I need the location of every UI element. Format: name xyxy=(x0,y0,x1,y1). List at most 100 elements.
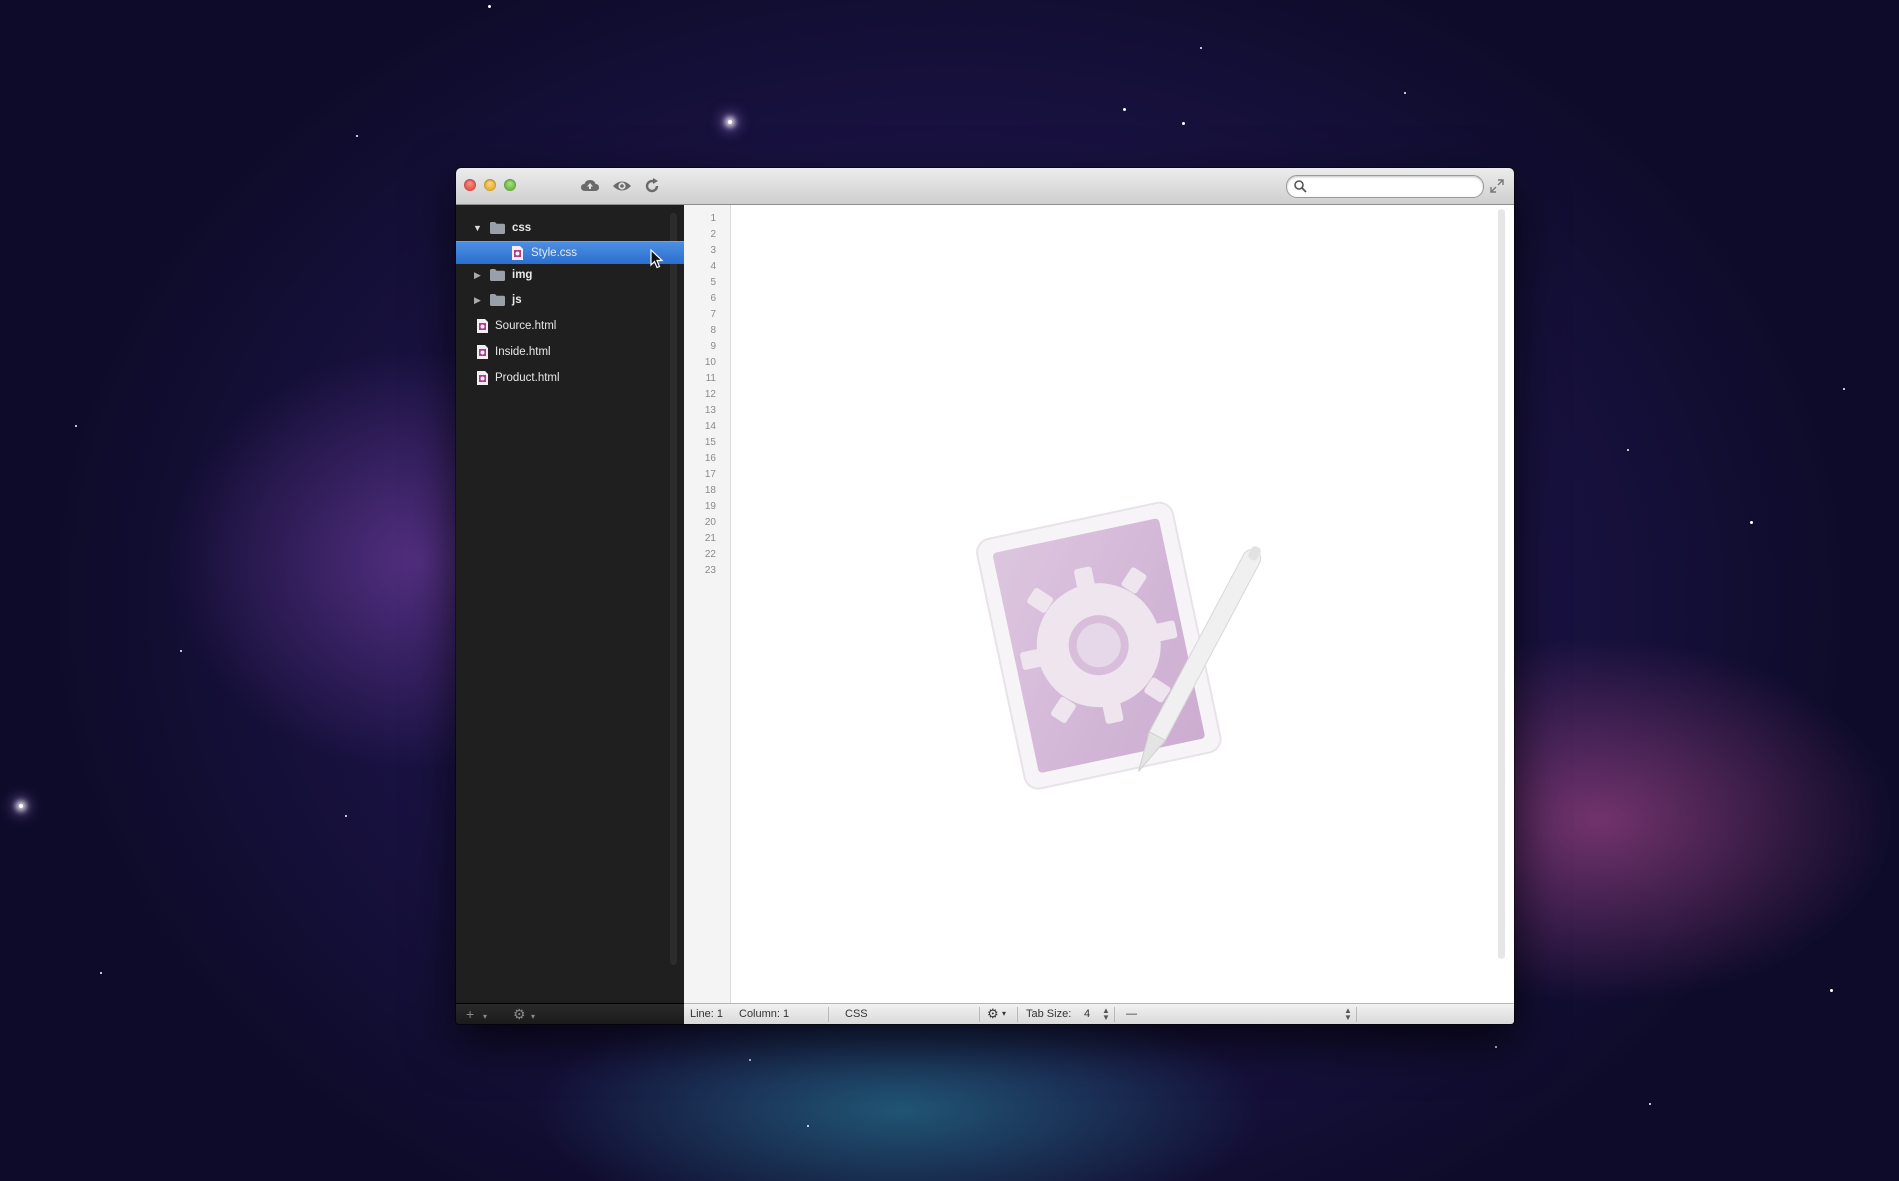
line-number: 18 xyxy=(704,485,716,496)
line-number: 19 xyxy=(704,501,716,512)
star xyxy=(1830,989,1833,992)
line-number: 13 xyxy=(704,405,716,416)
cloud-upload-icon[interactable] xyxy=(580,176,600,196)
editor-window: ▼ css Style.css ▶ img ▶ js Source.html I… xyxy=(456,168,1514,1024)
line-number: 10 xyxy=(704,357,716,368)
gear-icon[interactable]: ⚙ xyxy=(513,1006,526,1022)
tab-size-value[interactable]: 4 xyxy=(1084,1008,1090,1020)
title-bar[interactable] xyxy=(456,168,1514,205)
line-number: 9 xyxy=(710,341,716,352)
line-number: 5 xyxy=(710,277,716,288)
chevron-down-icon[interactable]: ▾ xyxy=(531,1009,535,1024)
tree-file-inside-html[interactable]: Inside.html xyxy=(456,341,684,363)
eye-icon[interactable] xyxy=(612,176,632,196)
column-indicator: Column: 1 xyxy=(739,1008,790,1020)
line-number: 1 xyxy=(710,213,716,224)
tree-folder-js[interactable]: ▶ js xyxy=(456,289,684,311)
star xyxy=(1123,108,1126,111)
tree-item-label: Source.html xyxy=(495,320,557,332)
star xyxy=(19,804,23,808)
app-watermark-icon xyxy=(976,501,1262,790)
star xyxy=(100,972,102,974)
tree-folder-css[interactable]: ▼ css xyxy=(456,217,684,239)
encoding-selector[interactable]: — xyxy=(1126,1008,1137,1020)
html-file-icon xyxy=(477,345,488,359)
disclosure-collapsed-icon[interactable]: ▶ xyxy=(474,264,481,286)
line-number: 4 xyxy=(710,261,716,272)
minimize-window-button[interactable] xyxy=(484,179,496,191)
folder-icon xyxy=(490,269,505,281)
tree-item-label: Inside.html xyxy=(495,346,551,358)
star xyxy=(1627,449,1629,451)
line-number: 7 xyxy=(710,309,716,320)
line-number: 6 xyxy=(710,293,716,304)
star xyxy=(1649,1103,1651,1105)
divider xyxy=(1114,1007,1115,1022)
line-number-gutter: 1 2 3 4 5 6 7 8 9 10 11 12 13 14 15 16 1… xyxy=(684,205,731,1003)
line-number: 21 xyxy=(704,533,716,544)
line-number: 23 xyxy=(704,565,716,576)
close-window-button[interactable] xyxy=(464,179,476,191)
star xyxy=(356,135,358,137)
search-field[interactable] xyxy=(1286,175,1484,198)
disclosure-expanded-icon[interactable]: ▼ xyxy=(473,217,482,239)
folder-icon xyxy=(490,222,505,234)
line-number: 15 xyxy=(704,437,716,448)
line-number: 16 xyxy=(704,453,716,464)
status-bar: Line: 1 Column: 1 CSS ⚙ ▾ Tab Size: 4 ▲ ▼… xyxy=(684,1003,1514,1024)
disclosure-collapsed-icon[interactable]: ▶ xyxy=(474,289,481,311)
code-editor[interactable]: 1 2 3 4 5 6 7 8 9 10 11 12 13 14 15 16 1… xyxy=(684,205,1514,1003)
add-file-button[interactable]: + xyxy=(466,1006,474,1022)
file-sidebar: ▼ css Style.css ▶ img ▶ js Source.html I… xyxy=(456,205,684,1003)
line-number: 14 xyxy=(704,421,716,432)
gear-icon[interactable]: ⚙ xyxy=(987,1006,999,1022)
divider xyxy=(979,1007,980,1022)
star xyxy=(749,1059,751,1061)
star xyxy=(1200,47,1202,49)
search-icon xyxy=(1294,180,1307,193)
star xyxy=(1495,1046,1497,1048)
line-number: 8 xyxy=(710,325,716,336)
zoom-window-button[interactable] xyxy=(504,179,516,191)
refresh-icon[interactable] xyxy=(642,176,662,196)
line-number: 2 xyxy=(710,229,716,240)
search-input[interactable] xyxy=(1311,178,1475,196)
line-indicator: Line: 1 xyxy=(690,1008,724,1020)
editor-scrollbar[interactable] xyxy=(1498,209,1505,959)
divider xyxy=(1356,1007,1357,1022)
sidebar-footer: + ▾ ⚙ ▾ xyxy=(456,1003,684,1024)
tree-file-source-html[interactable]: Source.html xyxy=(456,315,684,337)
line-number: 11 xyxy=(705,373,716,384)
star xyxy=(1750,521,1753,524)
mouse-pointer-icon xyxy=(650,249,664,269)
tree-item-label: js xyxy=(512,294,522,306)
chevron-down-icon[interactable]: ▾ xyxy=(483,1009,487,1024)
star xyxy=(75,425,77,427)
syntax-mode-selector[interactable]: CSS xyxy=(845,1008,868,1020)
encoding-stepper-icon[interactable]: ▲ ▼ xyxy=(1344,1007,1352,1022)
star xyxy=(1404,92,1406,94)
html-file-icon xyxy=(477,319,488,333)
star xyxy=(488,5,491,8)
line-number: 3 xyxy=(710,245,716,256)
star xyxy=(1843,388,1845,390)
chevron-down-icon[interactable]: ▾ xyxy=(1002,1009,1006,1018)
star xyxy=(180,650,182,652)
tree-item-label: img xyxy=(512,269,533,281)
star xyxy=(345,815,347,817)
divider xyxy=(828,1007,829,1022)
line-number: 12 xyxy=(704,389,716,400)
tree-file-product-html[interactable]: Product.html xyxy=(456,367,684,389)
folder-icon xyxy=(490,294,505,306)
line-number: 22 xyxy=(704,549,716,560)
css-file-icon xyxy=(512,246,523,260)
tab-size-stepper-icon[interactable]: ▲ ▼ xyxy=(1102,1007,1110,1022)
star xyxy=(807,1125,809,1127)
tab-size-label: Tab Size: xyxy=(1026,1008,1072,1020)
line-number: 20 xyxy=(704,517,716,528)
fullscreen-icon[interactable] xyxy=(1490,179,1504,193)
star xyxy=(728,120,732,124)
line-number: 17 xyxy=(704,469,716,480)
html-file-icon xyxy=(477,371,488,385)
tree-item-label: Product.html xyxy=(495,372,560,384)
